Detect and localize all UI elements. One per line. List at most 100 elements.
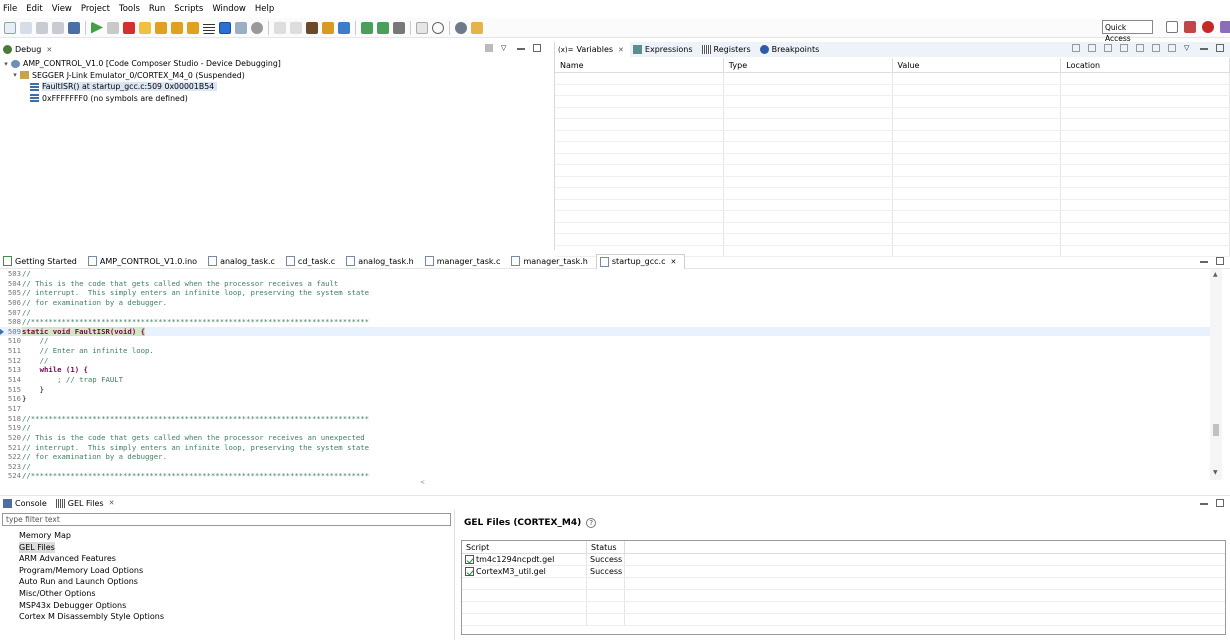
column-type[interactable]: Type <box>724 58 893 72</box>
remove-icon[interactable] <box>1104 44 1112 52</box>
terminal-icon[interactable] <box>68 21 80 34</box>
close-icon[interactable]: ✕ <box>46 46 52 54</box>
perspective-cc-icon[interactable] <box>1220 21 1230 33</box>
maximize-icon[interactable] <box>1216 44 1224 52</box>
tab-console[interactable]: Console <box>0 496 53 511</box>
column-status[interactable]: Status <box>587 541 625 553</box>
disconnect-icon[interactable] <box>139 21 151 34</box>
grid-icon[interactable] <box>203 21 215 34</box>
maximize-icon[interactable] <box>1216 257 1224 265</box>
save-all-icon[interactable] <box>52 21 64 34</box>
editor-tab-analog-h[interactable]: analog_task.h <box>343 254 422 269</box>
perspective-debug-icon[interactable] <box>1202 21 1214 33</box>
close-icon[interactable]: ✕ <box>109 499 115 507</box>
open-perspective-icon[interactable] <box>416 21 428 34</box>
nav-item[interactable]: GEL Files <box>17 541 166 554</box>
menu-edit[interactable]: Edit <box>23 4 48 14</box>
collapse-icon[interactable]: ▾ <box>11 71 19 79</box>
add-icon[interactable] <box>1088 44 1096 52</box>
scroll-up-icon[interactable]: ▲ <box>1213 271 1218 278</box>
tab-debug[interactable]: Debug ✕ <box>0 42 59 57</box>
pen-icon[interactable] <box>471 21 483 34</box>
tab-registers[interactable]: Registers <box>699 42 757 57</box>
collapse-all-icon[interactable] <box>1072 44 1080 52</box>
build-icon[interactable] <box>322 21 334 34</box>
tab-gel-files[interactable]: GEL Files ✕ <box>52 495 121 511</box>
close-icon[interactable]: ✕ <box>671 258 677 266</box>
restart-icon[interactable] <box>235 21 247 34</box>
column-location[interactable]: Location <box>1061 58 1230 72</box>
scroll-down-icon[interactable]: ▼ <box>1213 469 1218 476</box>
editor-vertical-scrollbar[interactable]: ▲ ▼ <box>1210 269 1222 480</box>
save-icon[interactable] <box>36 21 48 34</box>
maximize-icon[interactable] <box>533 44 541 52</box>
instruction-step-icon[interactable] <box>219 21 231 34</box>
tree-node-frame[interactable]: 0xFFFFFFF0 (no symbols are defined) <box>0 93 553 105</box>
nav-item[interactable]: Cortex M Disassembly Style Options <box>17 611 166 623</box>
table-row[interactable]: CortexM3_util.gel Success <box>462 566 1225 578</box>
step-into-green-icon[interactable] <box>361 21 373 34</box>
editor-tab-ino[interactable]: AMP_CONTROL_V1.0.ino <box>85 254 205 269</box>
menu-help[interactable]: Help <box>252 4 280 14</box>
nav-item[interactable]: Memory Map <box>17 530 166 542</box>
scroll-left-icon[interactable]: < <box>420 479 425 486</box>
minimize-icon[interactable] <box>1200 44 1208 50</box>
editor-tab-startup-gcc[interactable]: startup_gcc.c ✕ <box>595 253 686 269</box>
perspective-edit-icon[interactable] <box>1184 21 1196 33</box>
tree-node-emulator[interactable]: ▾ SEGGER J-Link Emulator_0/CORTEX_M4_0 (… <box>0 70 553 82</box>
gear-icon[interactable] <box>455 21 467 34</box>
load-program-icon[interactable] <box>306 21 318 34</box>
editor-tab-manager-c[interactable]: manager_task.c <box>422 254 509 269</box>
editor-tab-cd-c[interactable]: cd_task.c <box>283 254 343 269</box>
close-icon[interactable]: ✕ <box>618 46 624 54</box>
menu-scripts[interactable]: Scripts <box>171 4 209 14</box>
tree-node-frame[interactable]: FaultISR() at startup_gcc.c:509 0x00001B… <box>0 81 553 93</box>
minimize-icon[interactable] <box>1200 257 1208 263</box>
editor-tab-getting-started[interactable]: Getting Started <box>0 254 85 269</box>
editor-tab-analog-c[interactable]: analog_task.c <box>205 254 283 269</box>
scrollbar-thumb[interactable] <box>1213 424 1219 436</box>
nav-item[interactable]: Program/Memory Load Options <box>17 565 166 577</box>
nav-item[interactable]: MSP43x Debugger Options <box>17 600 166 612</box>
tree-node-launch[interactable]: ▾ AMP_CONTROL_V1.0 [Code Composer Studio… <box>0 58 553 70</box>
nav-item[interactable]: ARM Advanced Features <box>17 553 166 565</box>
minimize-icon[interactable] <box>1200 499 1208 505</box>
resume-icon[interactable] <box>91 21 103 34</box>
debug-icon[interactable] <box>338 21 350 34</box>
tab-variables[interactable]: (x)= Variables ✕ <box>555 42 630 57</box>
menu-view[interactable]: View <box>49 4 78 14</box>
filter-input[interactable]: type filter text <box>2 513 451 526</box>
maximize-icon[interactable] <box>1216 499 1224 507</box>
perspective-open-icon[interactable] <box>1166 21 1178 33</box>
minimize-icon[interactable] <box>517 44 525 50</box>
editor-tab-manager-h[interactable]: manager_task.h <box>508 254 595 269</box>
view-menu-icon[interactable]: ▽ <box>501 44 509 52</box>
suspend-icon[interactable] <box>107 21 119 34</box>
new-window-icon[interactable] <box>1136 44 1144 52</box>
column-value[interactable]: Value <box>893 58 1062 72</box>
view-menu-icon[interactable]: ▽ <box>1184 44 1192 52</box>
column-name[interactable]: Name <box>555 58 724 72</box>
remove-terminated-icon[interactable] <box>485 44 493 52</box>
editor-horizontal-scrollbar[interactable]: < <box>22 479 1210 488</box>
step-over-green-icon[interactable] <box>377 21 389 34</box>
menu-run[interactable]: Run <box>146 4 171 14</box>
sync-icon[interactable] <box>1168 44 1176 52</box>
tools-icon[interactable] <box>393 21 405 34</box>
nav-item[interactable]: Auto Run and Launch Options <box>17 576 166 588</box>
code-editor[interactable]: 503//504// This is the code that gets ca… <box>0 269 1210 479</box>
help-icon[interactable]: ? <box>586 518 597 528</box>
target-icon[interactable] <box>251 21 263 34</box>
menu-window[interactable]: Window <box>209 4 252 14</box>
show-type-icon[interactable] <box>1120 44 1128 52</box>
menu-project[interactable]: Project <box>78 4 116 14</box>
step-into-icon[interactable] <box>155 21 167 34</box>
reset-icon[interactable] <box>274 21 286 34</box>
pin-icon[interactable] <box>1152 44 1160 52</box>
nav-item[interactable]: Misc/Other Options <box>17 588 166 600</box>
reset-cpu-icon[interactable] <box>290 21 302 34</box>
collapse-icon[interactable]: ▾ <box>2 60 10 68</box>
quick-access-field[interactable]: Quick Access <box>1102 20 1153 43</box>
tab-expressions[interactable]: Expressions <box>630 42 699 57</box>
table-row[interactable]: tm4c1294ncpdt.gel Success <box>462 554 1225 566</box>
